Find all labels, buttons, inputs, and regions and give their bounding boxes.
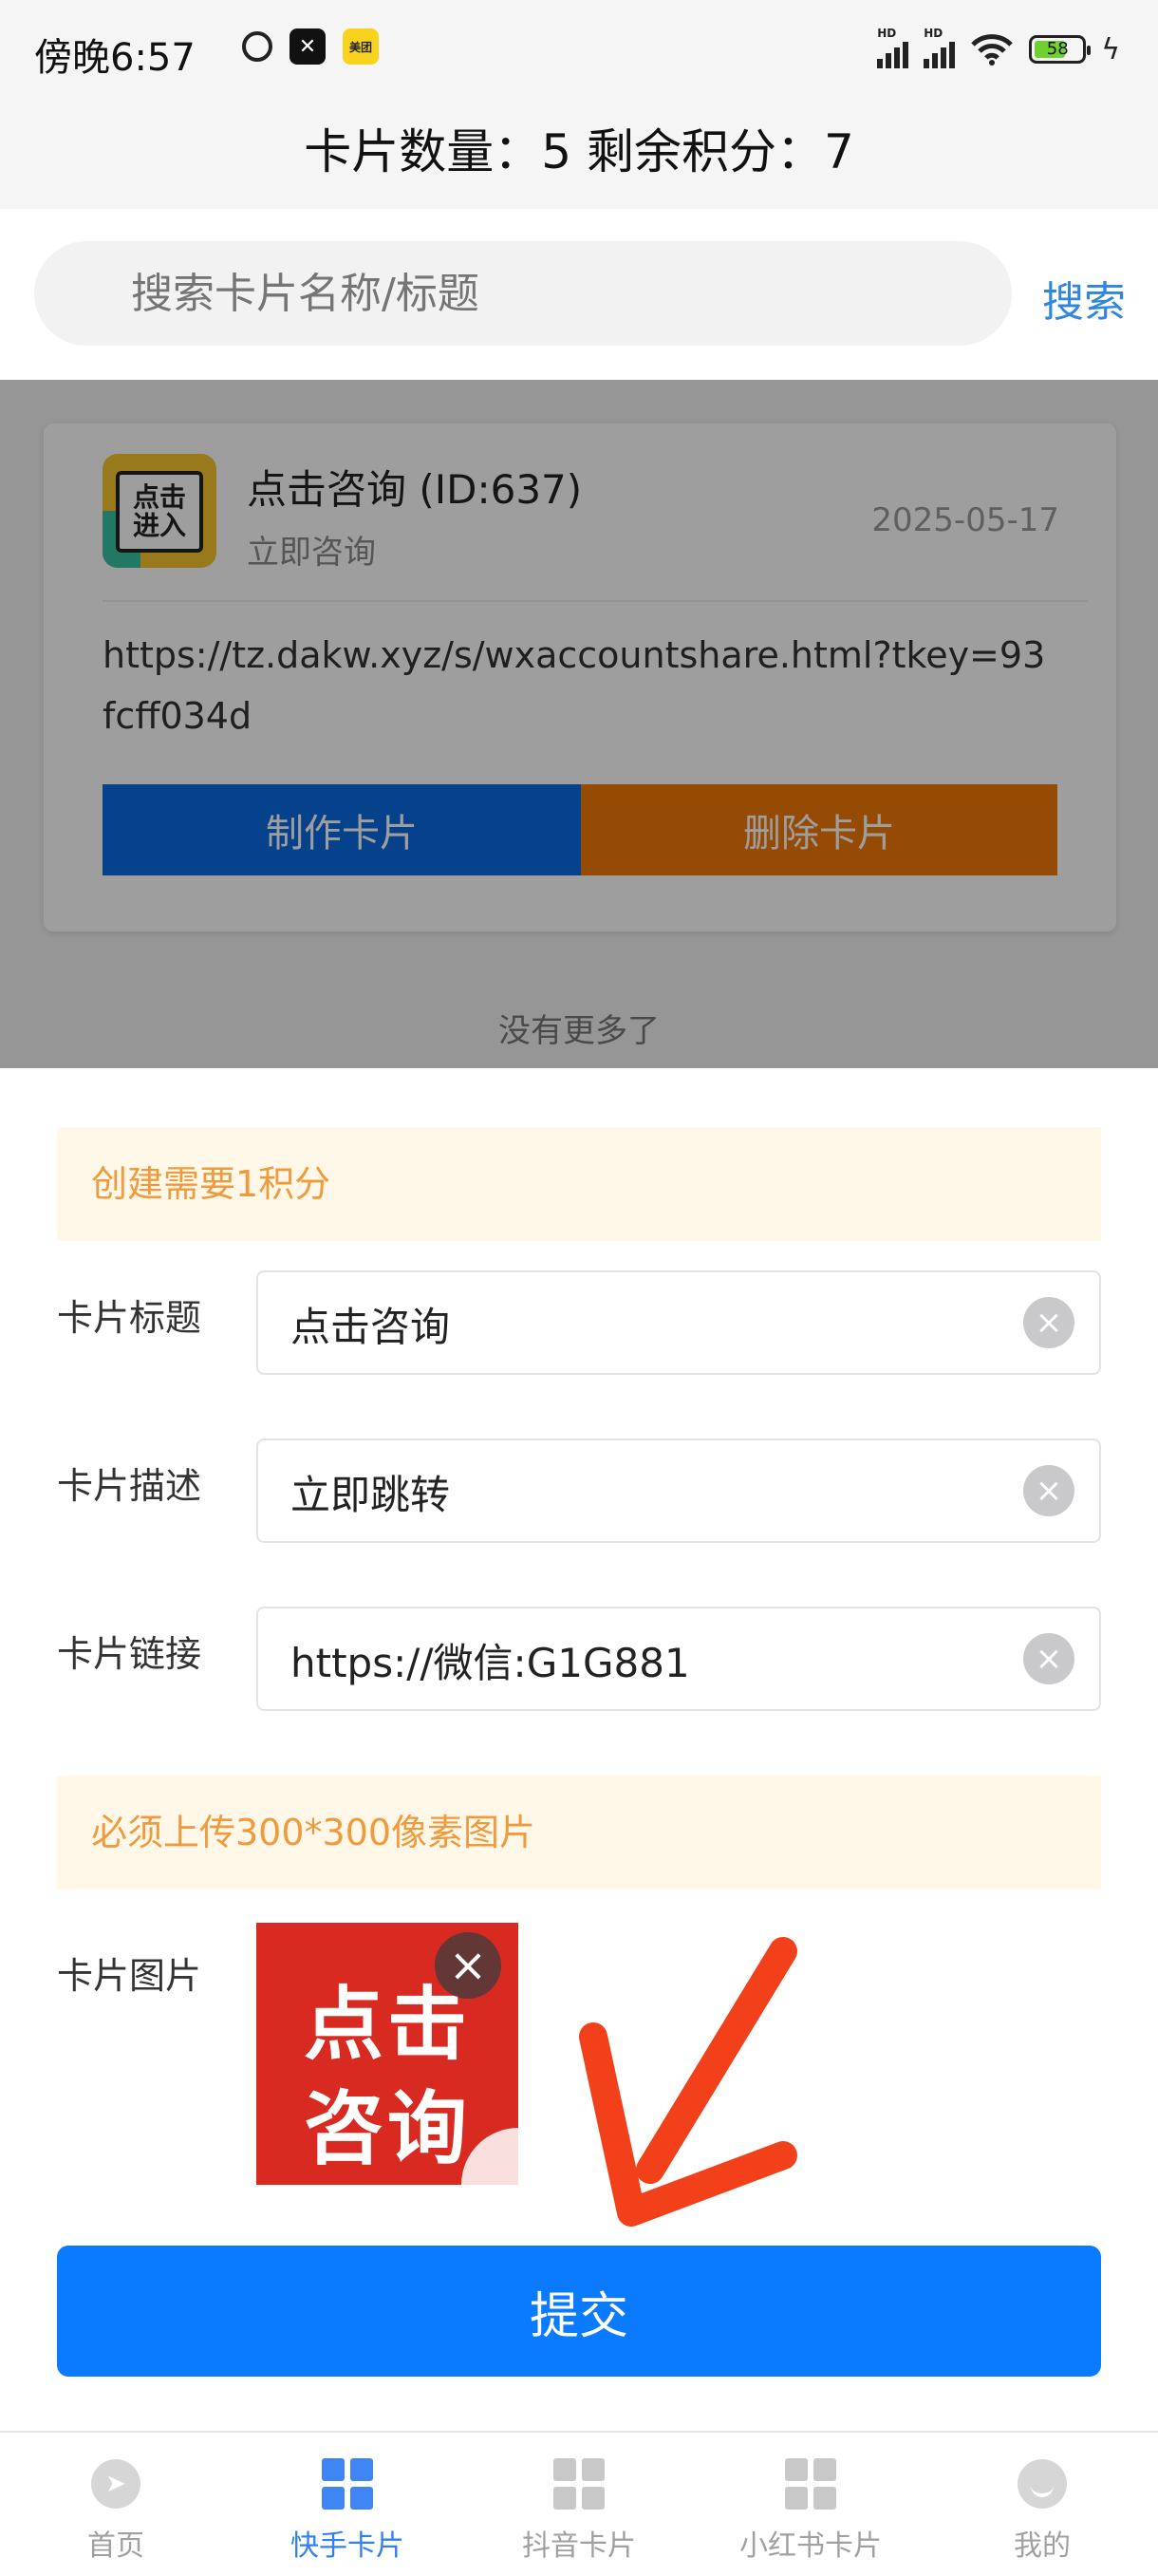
- page-title: 卡片数量：5 剩余积分：7: [304, 124, 854, 179]
- nav-label: 我的: [1014, 2529, 1071, 2563]
- smile-icon: [1018, 2459, 1067, 2509]
- image-notice: 必须上传300*300像素图片: [57, 1776, 1101, 1890]
- capcut-icon: ✕: [290, 28, 326, 65]
- submit-button[interactable]: 提交: [57, 2246, 1101, 2377]
- nav-item-xiaohongshu-cards[interactable]: 小红书卡片: [695, 2433, 926, 2576]
- image-label: 卡片图片: [57, 1955, 202, 1997]
- title-label: 卡片标题: [57, 1297, 202, 1339]
- search-box[interactable]: [34, 241, 1012, 348]
- clear-title-icon[interactable]: ×: [1023, 1297, 1074, 1348]
- grid-icon: [553, 2458, 605, 2510]
- arrow-icon: [579, 1937, 797, 2227]
- title-input[interactable]: [289, 1272, 1014, 1375]
- nav-item-home[interactable]: ➤ 首页: [0, 2433, 232, 2576]
- compass-icon: ➤: [91, 2459, 140, 2509]
- clear-link-icon[interactable]: ×: [1023, 1633, 1074, 1684]
- meituan-label: 美团: [348, 40, 372, 54]
- meituan-icon: 美团: [343, 28, 379, 65]
- link-input[interactable]: [289, 1608, 1014, 1711]
- grid-icon: [322, 2458, 373, 2510]
- description-input[interactable]: [289, 1440, 1014, 1543]
- description-label: 卡片描述: [57, 1465, 202, 1507]
- nav-item-mine[interactable]: 我的: [926, 2433, 1158, 2576]
- search-button[interactable]: 搜索: [1042, 268, 1126, 329]
- nav-label: 首页: [87, 2529, 144, 2563]
- create-card-sheet: 创建需要1积分 卡片标题 × 卡片描述 × 卡片链接 × 必须上传300*300…: [0, 1068, 1158, 2431]
- link-label: 卡片链接: [57, 1633, 202, 1675]
- bottom-nav: ➤ 首页 快手卡片 抖音卡片 小红书卡片 我的: [0, 2431, 1158, 2576]
- wifi-icon: [971, 34, 1013, 66]
- clear-description-icon[interactable]: ×: [1023, 1465, 1074, 1516]
- grid-icon: [785, 2458, 836, 2510]
- status-app-icons: ✕ 美团: [242, 28, 379, 65]
- nav-label: 抖音卡片: [522, 2529, 636, 2563]
- modal-overlay[interactable]: [0, 380, 1158, 1068]
- nav-item-kuaishou-cards[interactable]: 快手卡片: [232, 2433, 463, 2576]
- charging-icon: ϟ: [1101, 32, 1120, 66]
- nav-label: 小红书卡片: [739, 2529, 882, 2563]
- signal-icon: HD: [877, 27, 909, 68]
- battery-level: 58: [1046, 39, 1069, 59]
- title-field: ×: [256, 1270, 1101, 1375]
- status-time: 傍晚6:57: [34, 36, 196, 80]
- search-input[interactable]: [129, 241, 987, 348]
- network-label: HD: [877, 27, 897, 40]
- alarm-clock-icon: [242, 31, 272, 62]
- battery-icon: 58: [1029, 35, 1092, 64]
- nav-label: 快手卡片: [290, 2529, 404, 2563]
- link-field: ×: [256, 1607, 1101, 1711]
- signal-icon: HD: [924, 27, 956, 68]
- status-indicators: HD HD 58 ϟ: [877, 27, 1120, 68]
- points-notice: 创建需要1积分: [57, 1127, 1101, 1241]
- status-bar: 傍晚6:57 ✕ 美团 HD HD 58 ϟ: [0, 0, 1158, 104]
- remove-image-icon[interactable]: ×: [435, 1932, 501, 1999]
- network-label: HD: [924, 27, 943, 40]
- description-field: ×: [256, 1438, 1101, 1543]
- search-bar: 搜索: [0, 209, 1158, 380]
- nav-item-douyin-cards[interactable]: 抖音卡片: [463, 2433, 695, 2576]
